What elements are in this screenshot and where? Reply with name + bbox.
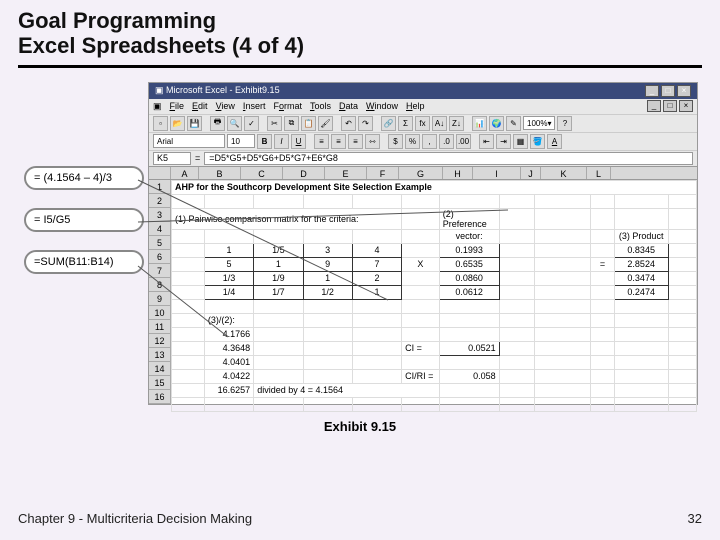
slide-title: Goal Programming Excel Spreadsheets (4 o… xyxy=(18,8,702,59)
dec-indent-icon[interactable]: ⇤ xyxy=(479,134,494,149)
menu-view[interactable]: View xyxy=(216,101,235,111)
excel-titlebar: ▣ Microsoft Excel - Exhibit9.15 _ □ × xyxy=(149,83,697,99)
print-icon[interactable]: 🖶 xyxy=(210,116,225,131)
minimize-button[interactable]: _ xyxy=(645,85,659,97)
standard-toolbar: ▫ 📂 💾 🖶 🔍 ✓ ✂ ⧉ 📋 🖌 ↶ ↷ 🔗 Σ fx A↓ xyxy=(149,114,697,132)
comma-icon[interactable]: , xyxy=(422,134,437,149)
borders-icon[interactable]: ▦ xyxy=(513,134,528,149)
close-button[interactable]: × xyxy=(677,85,691,97)
inc-decimal-icon[interactable]: .0 xyxy=(439,134,454,149)
font-color-icon[interactable]: A xyxy=(547,134,562,149)
paste-icon[interactable]: 📋 xyxy=(301,116,316,131)
menu-bar: ▣ File Edit View Insert Format Tools Dat… xyxy=(149,99,697,114)
fx-icon[interactable]: fx xyxy=(415,116,430,131)
sum-icon[interactable]: Σ xyxy=(398,116,413,131)
fill-color-icon[interactable]: 🪣 xyxy=(530,134,545,149)
fontsize-select[interactable]: 10 xyxy=(227,134,255,148)
callout-formula-2: = I5/G5 xyxy=(24,208,144,232)
title-underline xyxy=(18,65,702,68)
align-center-icon[interactable]: ≡ xyxy=(331,134,346,149)
inc-indent-icon[interactable]: ⇥ xyxy=(496,134,511,149)
link-icon[interactable]: 🔗 xyxy=(381,116,396,131)
help-icon[interactable]: ? xyxy=(557,116,572,131)
open-icon[interactable]: 📂 xyxy=(170,116,185,131)
menu-file[interactable]: File xyxy=(170,101,185,111)
name-box[interactable]: K5 xyxy=(153,152,191,165)
chapter-label: Chapter 9 - Multicriteria Decision Makin… xyxy=(18,511,252,526)
menu-window[interactable]: Window xyxy=(366,101,398,111)
sort-desc-icon[interactable]: Z↓ xyxy=(449,116,464,131)
menu-edit[interactable]: Edit xyxy=(192,101,208,111)
chart-icon[interactable]: 📊 xyxy=(472,116,487,131)
wb-restore-button[interactable]: □ xyxy=(663,100,677,112)
zoom-select[interactable]: 100% ▾ xyxy=(523,116,555,130)
font-select[interactable]: Arial xyxy=(153,134,225,148)
copy-icon[interactable]: ⧉ xyxy=(284,116,299,131)
drawing-icon[interactable]: ✎ xyxy=(506,116,521,131)
redo-icon[interactable]: ↷ xyxy=(358,116,373,131)
spreadsheet-grid[interactable]: ABCDEFGHIJKL 12345678910111213141516 AHP… xyxy=(149,166,697,404)
menu-insert[interactable]: Insert xyxy=(243,101,266,111)
cut-icon[interactable]: ✂ xyxy=(267,116,282,131)
dec-decimal-icon[interactable]: .00 xyxy=(456,134,471,149)
currency-icon[interactable]: $ xyxy=(388,134,403,149)
formula-equals-icon: = xyxy=(195,153,200,163)
wb-close-button[interactable]: × xyxy=(679,100,693,112)
formatting-toolbar: Arial 10 B I U ≡ ≡ ≡ ⇿ $ % , .0 .00 ⇤ ⇥ … xyxy=(149,132,697,150)
excel-window: ▣ Microsoft Excel - Exhibit9.15 _ □ × ▣ … xyxy=(148,82,698,405)
align-left-icon[interactable]: ≡ xyxy=(314,134,329,149)
new-icon[interactable]: ▫ xyxy=(153,116,168,131)
undo-icon[interactable]: ↶ xyxy=(341,116,356,131)
menu-data[interactable]: Data xyxy=(339,101,358,111)
slide-footer: Chapter 9 - Multicriteria Decision Makin… xyxy=(18,511,702,526)
restore-button[interactable]: □ xyxy=(661,85,675,97)
page-number: 32 xyxy=(688,511,702,526)
map-icon[interactable]: 🌍 xyxy=(489,116,504,131)
callout-formula-1: = (4.1564 – 4)/3 xyxy=(24,166,144,190)
percent-icon[interactable]: % xyxy=(405,134,420,149)
italic-icon[interactable]: I xyxy=(274,134,289,149)
underline-icon[interactable]: U xyxy=(291,134,306,149)
formula-text[interactable]: =D5*G5+D5*G6+D5*G7+E6*G8 xyxy=(204,152,693,165)
merge-icon[interactable]: ⇿ xyxy=(365,134,380,149)
menu-format[interactable]: Format xyxy=(273,101,302,111)
bold-icon[interactable]: B xyxy=(257,134,272,149)
formula-bar: K5 = =D5*G5+D5*G6+D5*G7+E6*G8 xyxy=(149,150,697,166)
menu-help[interactable]: Help xyxy=(406,101,425,111)
app-icon: ▣ xyxy=(153,101,162,112)
menu-tools[interactable]: Tools xyxy=(310,101,331,111)
format-painter-icon[interactable]: 🖌 xyxy=(318,116,333,131)
save-icon[interactable]: 💾 xyxy=(187,116,202,131)
wb-minimize-button[interactable]: _ xyxy=(647,100,661,112)
exhibit-label: Exhibit 9.15 xyxy=(18,419,702,434)
align-right-icon[interactable]: ≡ xyxy=(348,134,363,149)
sort-asc-icon[interactable]: A↓ xyxy=(432,116,447,131)
excel-icon: ▣ xyxy=(155,85,164,95)
callout-formula-3: =SUM(B11:B14) xyxy=(24,250,144,274)
preview-icon[interactable]: 🔍 xyxy=(227,116,242,131)
spell-icon[interactable]: ✓ xyxy=(244,116,259,131)
